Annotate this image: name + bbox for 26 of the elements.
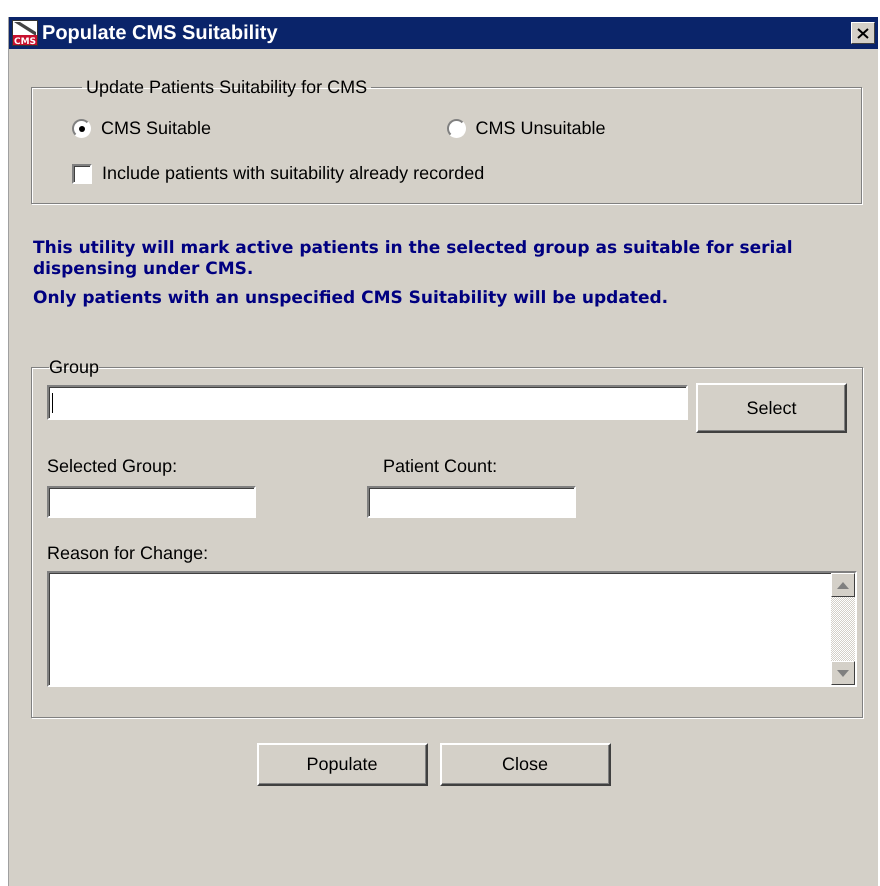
- reason-text-area[interactable]: [47, 571, 857, 687]
- scrollbar[interactable]: [831, 573, 855, 685]
- down-arrow-icon: [837, 670, 849, 676]
- up-arrow-icon: [837, 582, 849, 588]
- dialog-button[interactable]: Close: [440, 743, 610, 786]
- radio-option[interactable]: CMS Suitable: [72, 115, 446, 142]
- app-icon: CMS: [12, 20, 38, 46]
- info-text: This utility will mark active patients in the selected group as suitable for serial dispensing under CMS.: [33, 238, 794, 280]
- field-label: Reason for Change:: [47, 542, 210, 565]
- group-input-field[interactable]: [47, 385, 688, 420]
- patient-count-field[interactable]: [367, 486, 576, 518]
- scroll-up-button[interactable]: [831, 573, 855, 597]
- frame-legend: Group: [49, 354, 100, 381]
- radio-option[interactable]: CMS Unsuitable: [446, 115, 821, 142]
- field-label: Patient Count:: [382, 455, 498, 478]
- scroll-down-button[interactable]: [831, 661, 855, 685]
- dialog-button[interactable]: Populate: [256, 743, 428, 786]
- field-label: Selected Group:: [47, 455, 178, 478]
- selected-group-field[interactable]: [47, 486, 256, 518]
- frame-legend: Update Patients Suitability for CMS: [82, 74, 372, 101]
- info-text: Only patients with an unspecified CMS Suitability will be updated.: [33, 288, 670, 309]
- window-title: Populate CMS Suitability: [42, 21, 279, 46]
- include-checkbox[interactable]: Include patients with suitability already recorded: [72, 160, 484, 187]
- select-button[interactable]: Select: [696, 383, 847, 433]
- close-icon: [857, 28, 869, 38]
- close-button[interactable]: [851, 22, 875, 44]
